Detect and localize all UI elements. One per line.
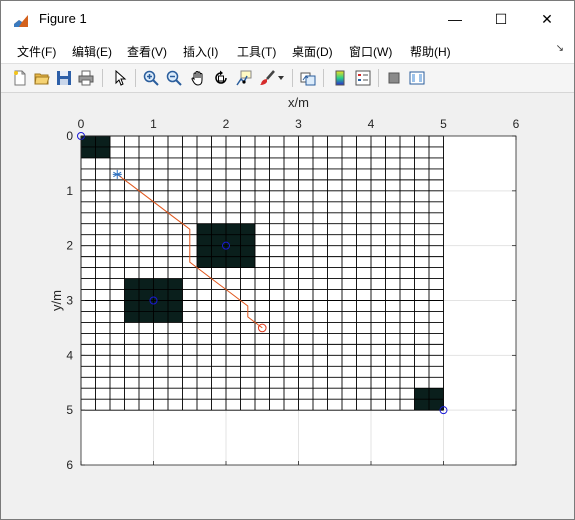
y-tick-label: 0 <box>66 129 73 143</box>
y-tick-label: 2 <box>66 239 73 253</box>
save-icon[interactable] <box>54 68 74 88</box>
zoom-out-icon[interactable] <box>164 68 184 88</box>
x-tick-label: 0 <box>78 117 85 131</box>
close-icon: ✕ <box>541 10 553 27</box>
x-tick-label: 2 <box>223 117 230 131</box>
y-tick-label: 1 <box>66 184 73 198</box>
y-tick-label: 5 <box>66 403 73 417</box>
print-icon[interactable] <box>76 68 96 88</box>
x-tick-label: 5 <box>440 117 447 131</box>
menu-help[interactable]: 帮助(H) <box>410 43 451 60</box>
maximize-button[interactable]: ☐ <box>478 1 524 37</box>
menu-file[interactable]: 文件(F) <box>17 43 56 60</box>
matlab-logo-icon <box>13 13 29 29</box>
figure-window: Figure 1 — ☐ ✕ 文件(F) 编辑(E) 查看(V) 插入(I) 工… <box>0 0 575 520</box>
menu-tools[interactable]: 工具(T) <box>237 43 276 60</box>
y-axis-label: y/m <box>49 290 64 311</box>
y-tick-label: 3 <box>66 294 73 308</box>
y-tick-label: 6 <box>66 458 73 472</box>
colorbar-icon[interactable] <box>330 68 350 88</box>
toolbar-separator <box>135 69 136 87</box>
pointer-icon[interactable] <box>110 68 130 88</box>
brush-dropdown-icon[interactable] <box>276 68 286 88</box>
hide-plot-tools-icon[interactable] <box>384 68 404 88</box>
data-cursor-icon[interactable] <box>234 68 254 88</box>
menu-desktop[interactable]: 桌面(D) <box>292 43 333 60</box>
menu-view[interactable]: 查看(V) <box>127 43 167 60</box>
x-tick-label: 1 <box>150 117 157 131</box>
pan-hand-icon[interactable] <box>188 68 208 88</box>
toolbar-separator <box>292 69 293 87</box>
plot-axes[interactable]: 0 1 2 3 4 5 6 0 1 2 3 4 5 6 x/m y/m <box>9 93 569 511</box>
show-plot-tools-icon[interactable] <box>407 68 427 88</box>
link-plot-icon[interactable] <box>298 68 318 88</box>
y-tick-label: 4 <box>66 348 73 362</box>
toolbar-separator <box>102 69 103 87</box>
figure-canvas[interactable]: 0 1 2 3 4 5 6 0 1 2 3 4 5 6 x/m y/m <box>9 93 569 511</box>
menu-edit[interactable]: 编辑(E) <box>72 43 112 60</box>
menu-bar: 文件(F) 编辑(E) 查看(V) 插入(I) 工具(T) 桌面(D) 窗口(W… <box>1 37 574 63</box>
close-button[interactable]: ✕ <box>524 1 570 37</box>
menu-insert[interactable]: 插入(I) <box>183 43 218 60</box>
new-figure-icon[interactable] <box>10 68 30 88</box>
toolbar-separator <box>378 69 379 87</box>
menu-overflow-icon[interactable]: ↘ <box>556 43 564 54</box>
x-axis-label: x/m <box>288 95 309 110</box>
menu-window[interactable]: 窗口(W) <box>349 43 392 60</box>
minimize-button[interactable]: — <box>432 1 478 37</box>
title-bar[interactable]: Figure 1 — ☐ ✕ <box>1 1 574 37</box>
legend-icon[interactable] <box>353 68 373 88</box>
zoom-in-icon[interactable] <box>141 68 161 88</box>
open-file-icon[interactable] <box>32 68 52 88</box>
minimize-icon: — <box>448 11 462 27</box>
x-tick-label: 6 <box>513 117 520 131</box>
window-title: Figure 1 <box>39 11 87 26</box>
figure-toolbar <box>1 63 574 93</box>
rotate-3d-icon[interactable] <box>211 68 231 88</box>
brush-icon[interactable] <box>257 68 277 88</box>
x-tick-label: 3 <box>295 117 302 131</box>
x-tick-label: 4 <box>368 117 375 131</box>
toolbar-separator <box>323 69 324 87</box>
maximize-icon: ☐ <box>494 10 508 27</box>
